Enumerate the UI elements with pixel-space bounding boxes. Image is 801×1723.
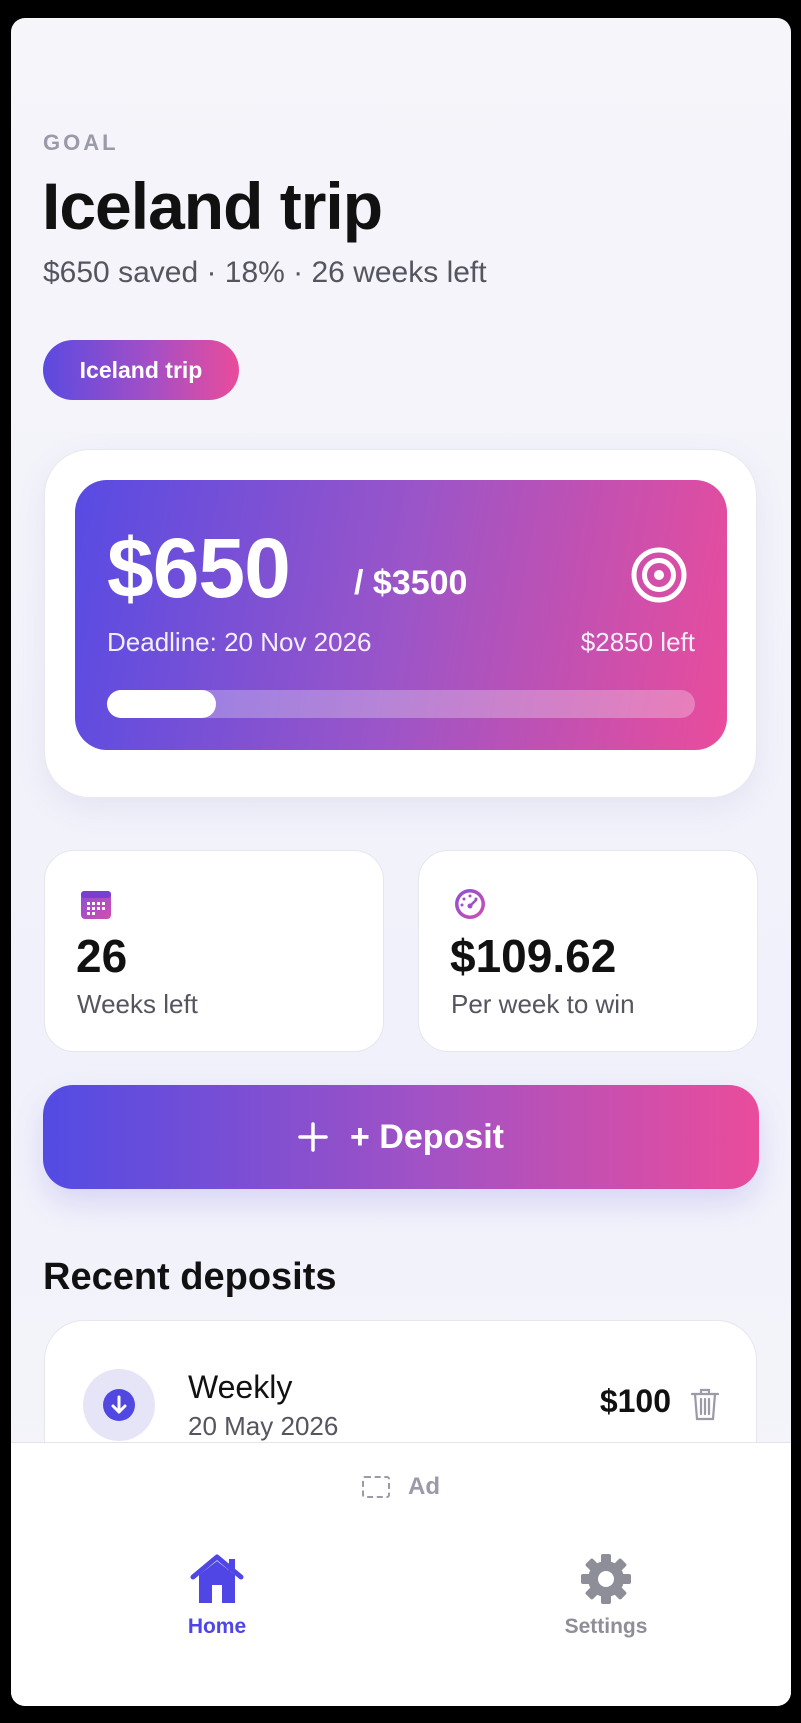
progress-bar bbox=[107, 690, 695, 718]
page-title: Iceland trip bbox=[42, 169, 383, 243]
ad-label: Ad bbox=[408, 1473, 440, 1500]
stat-value: 26 bbox=[76, 930, 128, 982]
calendar-icon bbox=[81, 891, 111, 919]
page-eyebrow: GOAL bbox=[43, 130, 119, 155]
gear-icon bbox=[581, 1554, 631, 1604]
progress-fill bbox=[107, 690, 217, 718]
bottom-bar: Ad Home Settings bbox=[11, 1442, 791, 1706]
arrow-down-icon bbox=[103, 1389, 135, 1421]
plus-icon bbox=[298, 1122, 328, 1152]
ad-placeholder-icon bbox=[362, 1476, 390, 1498]
stat-card-weeks: 26 Weeks left bbox=[44, 850, 384, 1052]
hero-card-container: $650 / $3500 Deadline: 20 Nov 2026 $2850… bbox=[44, 449, 757, 798]
deposit-amount: $100 bbox=[599, 1383, 671, 1419]
hero-card: $650 / $3500 Deadline: 20 Nov 2026 $2850… bbox=[75, 480, 727, 750]
deposit-title: Weekly bbox=[188, 1369, 293, 1405]
goal-amount: / $3500 bbox=[354, 564, 468, 602]
target-icon bbox=[631, 547, 687, 603]
page-subtitle: $650 saved · 18% · 26 weeks left bbox=[43, 256, 487, 289]
stat-value: $109.62 bbox=[450, 930, 617, 982]
deadline-text: Deadline: 20 Nov 2026 bbox=[107, 627, 372, 657]
stat-card-per-week: $109.62 Per week to win bbox=[418, 850, 758, 1052]
deposit-date: 20 May 2026 bbox=[188, 1411, 339, 1441]
tab-home[interactable]: Home bbox=[147, 1553, 287, 1639]
tab-settings[interactable]: Settings bbox=[536, 1553, 676, 1639]
deposit-button[interactable]: + Deposit bbox=[43, 1085, 759, 1189]
remaining-text: $2850 left bbox=[580, 627, 695, 657]
deposit-icon-badge bbox=[83, 1369, 155, 1441]
stat-label: Weeks left bbox=[77, 989, 198, 1019]
deposit-button-label: + Deposit bbox=[350, 1117, 504, 1156]
app-screen: GOAL Iceland trip $650 saved · 18% · 26 … bbox=[11, 18, 791, 1706]
home-icon bbox=[190, 1554, 244, 1603]
tab-home-label: Home bbox=[187, 1615, 247, 1638]
tab-settings-label: Settings bbox=[564, 1615, 648, 1638]
section-title: Recent deposits bbox=[43, 1256, 337, 1298]
trash-icon[interactable] bbox=[690, 1387, 720, 1421]
speedometer-icon bbox=[455, 889, 485, 919]
goal-chip[interactable]: Iceland trip bbox=[43, 340, 239, 400]
stat-label: Per week to win bbox=[451, 989, 635, 1019]
ad-banner[interactable]: Ad bbox=[11, 1473, 791, 1501]
saved-amount: $650 bbox=[107, 521, 291, 615]
